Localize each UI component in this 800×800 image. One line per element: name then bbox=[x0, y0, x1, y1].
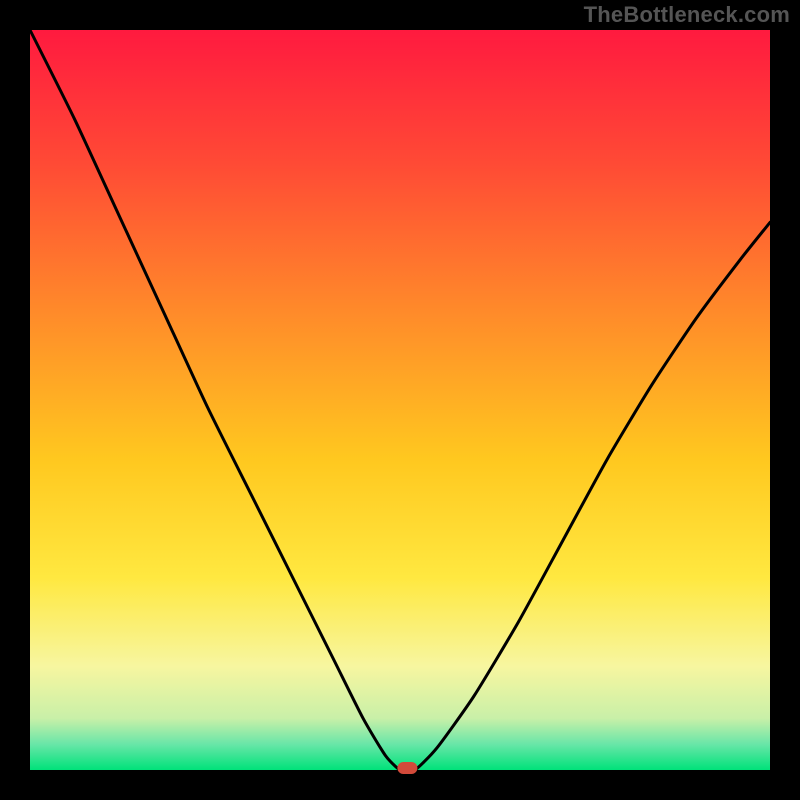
chart-svg bbox=[0, 0, 800, 800]
valley-marker bbox=[397, 762, 417, 774]
plot-background bbox=[30, 30, 770, 770]
chart-frame: { "watermark": "TheBottleneck.com", "plo… bbox=[0, 0, 800, 800]
watermark-text: TheBottleneck.com bbox=[584, 2, 790, 28]
